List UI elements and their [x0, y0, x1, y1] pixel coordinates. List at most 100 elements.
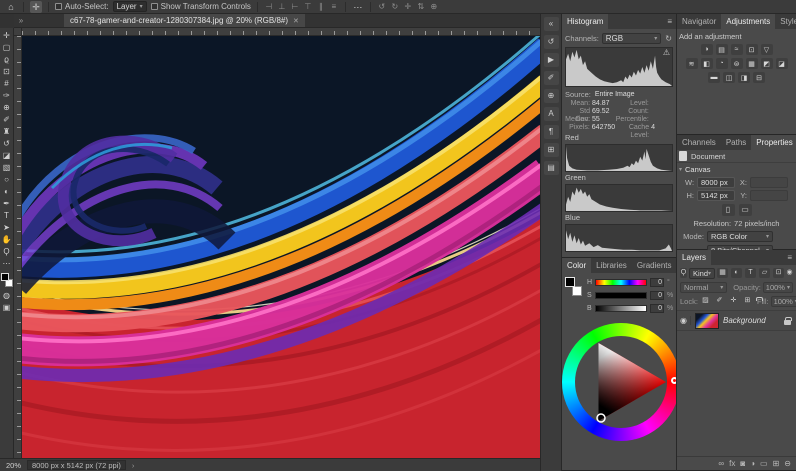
layer-style-icon[interactable]: fx — [729, 458, 735, 470]
tab-adjustments[interactable]: Adjustments — [721, 14, 775, 29]
libraries-panel-icon[interactable]: ▤ — [544, 161, 559, 175]
scale-3d-icon[interactable]: ⊕ — [429, 2, 439, 11]
brush-settings-panel-icon[interactable]: ✐ — [544, 71, 559, 85]
layer-row-background[interactable]: ◉ Background — [677, 311, 796, 331]
hue-slider[interactable] — [595, 279, 647, 286]
rectangular-marquee-tool[interactable]: ▢ — [1, 42, 13, 54]
lock-transparency-icon[interactable]: ▨ — [700, 296, 711, 306]
more-options-icon[interactable]: ⋯ — [352, 1, 364, 13]
align-top-icon[interactable]: ⊤ — [303, 2, 313, 11]
gradient-tool[interactable]: ▧ — [1, 162, 13, 174]
new-adjustment-layer-icon[interactable]: ◑ — [750, 458, 755, 470]
document-tab[interactable]: c67-78-gamer-and-creator-1280307384.jpg … — [64, 14, 305, 27]
color-wheel[interactable] — [562, 323, 680, 441]
checkbox-box[interactable] — [55, 3, 62, 10]
channel-mixer-icon[interactable]: ▦ — [746, 58, 758, 69]
clone-source-panel-icon[interactable]: ⊕ — [544, 89, 559, 103]
eyedropper-tool[interactable]: ✑ — [1, 90, 13, 102]
brightness-contrast-icon[interactable]: ◑ — [701, 44, 713, 55]
auto-select-checkbox[interactable]: Auto-Select: — [55, 2, 109, 11]
slide-3d-icon[interactable]: ⇅ — [416, 2, 426, 11]
type-tool[interactable]: T — [1, 210, 13, 222]
lasso-tool[interactable]: ϱ — [1, 54, 13, 66]
tab-layers[interactable]: Layers — [677, 250, 711, 265]
zoom-tool[interactable]: Ϙ — [1, 246, 13, 258]
brightness-value-field[interactable]: 0 — [650, 304, 664, 313]
delete-layer-icon[interactable]: ⊖ — [784, 458, 791, 470]
layer-lock-icon[interactable] — [784, 320, 791, 325]
tab-histogram[interactable]: Histogram — [562, 14, 608, 29]
show-transform-checkbox[interactable]: Show Transform Controls — [151, 2, 251, 11]
orbit-3d-icon[interactable]: ↺ — [377, 2, 387, 11]
orientation-landscape-icon[interactable]: ▭ — [739, 204, 752, 216]
layer-filter-kind-dropdown[interactable]: Kind ▾ — [689, 268, 715, 279]
dodge-tool[interactable]: ◐ — [1, 186, 13, 198]
tab-channels[interactable]: Channels — [677, 135, 721, 150]
auto-select-target-dropdown[interactable]: Layer ▾ — [113, 1, 147, 12]
layer-visibility-eye-icon[interactable]: ◉ — [677, 316, 691, 325]
tab-properties[interactable]: Properties — [751, 135, 796, 150]
saturation-value-field[interactable]: 0 — [650, 291, 664, 300]
tab-libraries[interactable]: Libraries — [591, 258, 632, 273]
filter-toggle-icon[interactable]: ◉ — [786, 268, 793, 278]
character-panel-icon[interactable]: A — [544, 107, 559, 121]
roll-3d-icon[interactable]: ↻ — [390, 2, 400, 11]
color-balance-icon[interactable]: ◧ — [701, 58, 713, 69]
cached-data-warning-icon[interactable]: ⚠ — [663, 49, 670, 57]
hand-tool[interactable]: ✋ — [1, 234, 13, 246]
crop-tool[interactable]: # — [1, 78, 13, 90]
tab-navigator[interactable]: Navigator — [677, 14, 721, 29]
align-left-icon[interactable]: ⊣ — [264, 2, 274, 11]
new-group-icon[interactable]: ▭ — [760, 458, 768, 470]
filter-adjustment-layers-icon[interactable]: ◐ — [731, 268, 742, 278]
link-layers-icon[interactable]: ∞ — [718, 458, 724, 470]
black-white-icon[interactable]: ◔ — [716, 58, 728, 69]
add-layer-mask-icon[interactable]: ◙ — [740, 458, 745, 470]
color-mode-dropdown[interactable]: RGB Color ▾ — [707, 231, 773, 242]
spot-healing-brush-tool[interactable]: ⊕ — [1, 102, 13, 114]
canvas-section-header[interactable]: ▾ Canvas — [677, 164, 796, 175]
paragraph-panel-icon[interactable]: ¶ — [544, 125, 559, 139]
layer-name[interactable]: Background — [723, 316, 766, 325]
tab-gradients[interactable]: Gradients — [632, 258, 676, 273]
opacity-field[interactable]: 100% ▾ — [763, 282, 793, 293]
align-right-icon[interactable]: ⊢ — [290, 2, 300, 11]
history-brush-tool[interactable]: ↺ — [1, 138, 13, 150]
threshold-icon[interactable]: ◫ — [723, 72, 735, 83]
color-lookup-icon[interactable]: ◩ — [761, 58, 773, 69]
canvas-area[interactable] — [14, 28, 540, 458]
width-field[interactable]: 8000 px — [697, 177, 735, 188]
eraser-tool[interactable]: ◪ — [1, 150, 13, 162]
status-menu-chevron-icon[interactable]: › — [132, 461, 135, 470]
filter-smart-objects-icon[interactable]: ⊡ — [773, 268, 784, 278]
foreground-color-swatch[interactable] — [1, 273, 9, 281]
saturation-slider[interactable] — [595, 292, 647, 299]
hue-value-field[interactable]: 0 — [650, 278, 664, 287]
tab-paths[interactable]: Paths — [721, 135, 751, 150]
gradient-map-icon[interactable]: ◨ — [738, 72, 750, 83]
source-value[interactable]: Entire Image — [595, 91, 635, 98]
align-center-h-icon[interactable]: ⊥ — [277, 2, 287, 11]
move-tool[interactable]: ✛ — [1, 30, 13, 42]
pen-tool[interactable]: ✒ — [1, 198, 13, 210]
zoom-level-field[interactable]: 20% — [6, 461, 21, 470]
lock-position-icon[interactable]: ✛ — [728, 296, 739, 306]
panel-menu-icon[interactable]: ≡ — [783, 250, 796, 265]
tab-styles[interactable]: Styles — [775, 14, 796, 29]
color-panel-swatches[interactable] — [565, 277, 582, 296]
orientation-portrait-icon[interactable]: ▯ — [722, 204, 735, 216]
histogram-channel-dropdown[interactable]: RGB ▾ — [602, 33, 662, 44]
clone-stamp-tool[interactable]: ♜ — [1, 126, 13, 138]
object-selection-tool[interactable]: ⊡ — [1, 66, 13, 78]
saturation-brightness-triangle[interactable] — [576, 337, 666, 427]
exposure-icon[interactable]: ⊡ — [746, 44, 758, 55]
levels-icon[interactable]: ▤ — [716, 44, 728, 55]
brush-tool[interactable]: ✐ — [1, 114, 13, 126]
foreground-color-swatch[interactable] — [565, 277, 575, 287]
posterize-icon[interactable]: ▬ — [708, 72, 720, 83]
background-color-swatch[interactable] — [572, 286, 582, 296]
curves-icon[interactable]: ≈ — [731, 44, 743, 55]
filter-shape-layers-icon[interactable]: ▱ — [759, 268, 770, 278]
actions-panel-icon[interactable]: ▶ — [544, 53, 559, 67]
distribute-v-icon[interactable]: ≡ — [329, 2, 339, 11]
